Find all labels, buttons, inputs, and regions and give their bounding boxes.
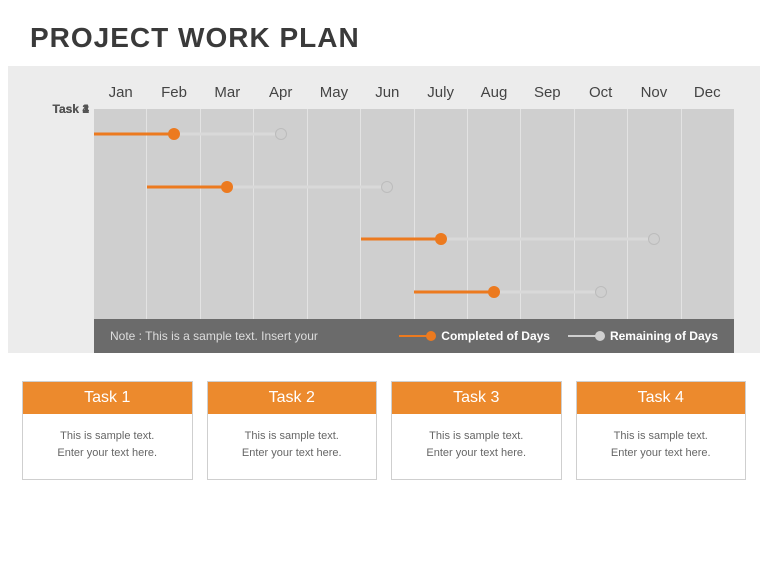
month-jan: Jan	[94, 80, 147, 109]
task1-remaining-dot	[275, 128, 287, 140]
month-may: May	[307, 80, 360, 109]
task-card-1-body: This is sample text. Enter your text her…	[23, 414, 192, 479]
task1-completed-bar	[94, 133, 174, 136]
gantt-legend: Note : This is a sample text. Insert you…	[94, 319, 734, 353]
task2-remaining-bar	[227, 185, 387, 188]
month-aug: Aug	[467, 80, 520, 109]
task3-remaining-bar	[441, 238, 654, 241]
task-card-1-line2: Enter your text here.	[33, 445, 182, 462]
legend-remaining-label: Remaining of Days	[610, 329, 718, 343]
month-sep: Sep	[521, 80, 574, 109]
gantt-chart: Jan Feb Mar Apr May Jun July Aug Sep Oct…	[34, 80, 734, 353]
legend-completed-label: Completed of Days	[441, 329, 550, 343]
task-card-3-title: Task 3	[392, 382, 561, 414]
task-card-2-line1: This is sample text.	[218, 428, 367, 445]
task-card-1-line1: This is sample text.	[33, 428, 182, 445]
task1-completed-dot	[168, 128, 180, 140]
task-card-4-title: Task 4	[577, 382, 746, 414]
task3-completed-bar	[361, 238, 441, 241]
legend-note: Note : This is a sample text. Insert you…	[110, 329, 381, 343]
month-oct: Oct	[574, 80, 627, 109]
task-card-2-body: This is sample text. Enter your text her…	[208, 414, 377, 479]
page-title: PROJECT WORK PLAN	[0, 0, 768, 66]
task4-remaining-dot	[595, 286, 607, 298]
task-card-2-line2: Enter your text here.	[218, 445, 367, 462]
gantt-panel: Jan Feb Mar Apr May Jun July Aug Sep Oct…	[8, 66, 760, 353]
task-card-2-title: Task 2	[208, 382, 377, 414]
task4-completed-dot	[488, 286, 500, 298]
task3-remaining-dot	[648, 233, 660, 245]
month-jun: Jun	[361, 80, 414, 109]
task2-completed-bar	[147, 185, 227, 188]
month-jul: July	[414, 80, 467, 109]
task2-remaining-dot	[381, 181, 393, 193]
month-feb: Feb	[147, 80, 200, 109]
task3-completed-dot	[435, 233, 447, 245]
task-card-1-title: Task 1	[23, 382, 192, 414]
task4-completed-bar	[414, 290, 494, 293]
legend-remaining: Remaining of Days	[568, 329, 718, 343]
task-cards: Task 1 This is sample text. Enter your t…	[0, 353, 768, 480]
task-card-3-body: This is sample text. Enter your text her…	[392, 414, 561, 479]
task-card-3-line1: This is sample text.	[402, 428, 551, 445]
month-apr: Apr	[254, 80, 307, 109]
task-card-4-line2: Enter your text here.	[587, 445, 736, 462]
task-card-3: Task 3 This is sample text. Enter your t…	[391, 381, 562, 480]
legend-completed: Completed of Days	[399, 329, 550, 343]
gantt-bars	[94, 109, 734, 319]
gantt-plot: Task 1 Task 2 Task 3 Task 4	[94, 109, 734, 319]
page: PROJECT WORK PLAN Jan Feb Mar Apr May Ju…	[0, 0, 768, 576]
month-mar: Mar	[201, 80, 254, 109]
task4-remaining-bar	[494, 290, 601, 293]
legend-completed-swatch	[399, 335, 433, 337]
month-header: Jan Feb Mar Apr May Jun July Aug Sep Oct…	[34, 80, 734, 109]
task-card-4: Task 4 This is sample text. Enter your t…	[576, 381, 747, 480]
legend-remaining-swatch	[568, 335, 602, 337]
task-card-3-line2: Enter your text here.	[402, 445, 551, 462]
task-label-4: Task 4	[34, 102, 89, 116]
month-dec: Dec	[681, 80, 734, 109]
task-card-2: Task 2 This is sample text. Enter your t…	[207, 381, 378, 480]
month-nov: Nov	[627, 80, 680, 109]
task-card-1: Task 1 This is sample text. Enter your t…	[22, 381, 193, 480]
task-card-4-line1: This is sample text.	[587, 428, 736, 445]
task2-completed-dot	[221, 181, 233, 193]
task1-remaining-bar	[174, 133, 281, 136]
task-card-4-body: This is sample text. Enter your text her…	[577, 414, 746, 479]
